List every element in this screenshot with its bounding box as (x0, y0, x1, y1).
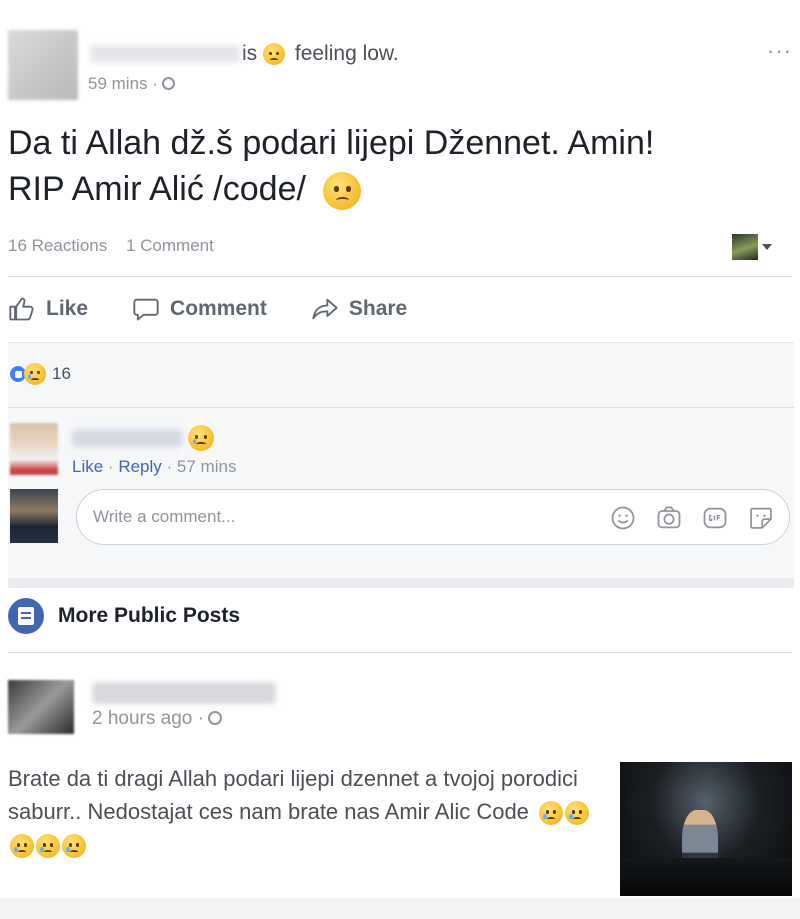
post2-text-body: Brate da ti dragi Allah podari lijepi dz… (8, 766, 578, 824)
comment-input[interactable] (93, 502, 573, 532)
share-icon (312, 298, 338, 320)
current-user-avatar (10, 489, 58, 543)
author-line: is feeling low. (90, 42, 399, 66)
post2-text: Brate da ti dragi Allah podari lijepi dz… (8, 762, 596, 861)
crying-face-icon (62, 834, 86, 859)
sad-reaction-icon (24, 363, 46, 385)
comment-body (72, 425, 214, 451)
comment-label: Comment (170, 297, 267, 320)
crying-face-icon (565, 801, 590, 826)
post2-timestamp[interactable]: 2 hours ago · (92, 708, 204, 729)
share-label: Share (348, 297, 408, 320)
comment-button[interactable]: Comment (132, 295, 267, 323)
post2-author-avatar[interactable] (8, 680, 74, 734)
photo-car (620, 858, 792, 896)
sticker-icon[interactable] (747, 504, 775, 532)
gif-icon[interactable] (701, 504, 729, 532)
more-public-posts-title: More Public Posts (58, 604, 241, 627)
comment-meta: Like · Reply · 57 mins (72, 457, 236, 477)
post-text-line-2: RIP Amir Alić /code/ (8, 170, 306, 208)
comments-count[interactable]: 1 Comment (126, 236, 214, 255)
reactions-count[interactable]: 16 Reactions (8, 236, 107, 255)
more-options-icon[interactable]: ··· (767, 38, 792, 64)
bottom-band (0, 898, 800, 919)
section-separator (8, 578, 794, 588)
divider (8, 407, 794, 408)
chevron-down-icon (762, 244, 772, 250)
comment-icon (133, 298, 159, 321)
post2-author-name-redacted[interactable] (92, 682, 276, 704)
reaction-total: 16 (52, 364, 71, 383)
divider (8, 652, 792, 653)
public-posts-icon (8, 598, 44, 634)
comment-input-box[interactable] (76, 489, 790, 545)
post-timestamp[interactable]: 59 mins · (88, 74, 158, 93)
emoji-icon[interactable] (609, 504, 637, 532)
reactions-row[interactable]: 16 (8, 363, 71, 385)
comments-section: 16 Like · Reply · 57 mins (8, 342, 794, 578)
comment-like-link[interactable]: Like (72, 457, 103, 476)
page-avatar (732, 234, 758, 260)
feeling-text: feeling low. (294, 42, 399, 65)
page-selector[interactable] (732, 234, 772, 260)
more-public-posts-header: More Public Posts (8, 594, 240, 638)
action-bar: Like Comment Share (8, 288, 407, 330)
author-name-redacted[interactable] (90, 45, 240, 64)
comment-time[interactable]: · 57 mins (167, 457, 237, 476)
thumbs-up-icon (9, 297, 34, 321)
post2-photo[interactable] (620, 762, 792, 896)
post-meta: 59 mins · (88, 74, 175, 94)
author-avatar[interactable] (8, 30, 78, 100)
crying-face-icon (10, 834, 34, 859)
author-suffix: is (242, 42, 258, 65)
globe-icon[interactable] (161, 77, 175, 90)
post-text-line-1: Da ti Allah dž.š podari lijepi Džennet. … (8, 124, 655, 162)
like-label: Like (46, 297, 89, 320)
divider (8, 276, 792, 277)
sad-face-icon (263, 43, 286, 66)
like-button[interactable]: Like (8, 295, 88, 323)
globe-icon[interactable] (207, 711, 222, 725)
comment-separator: · (107, 457, 114, 476)
commenter-avatar[interactable] (10, 423, 58, 475)
post-summary: 16 Reactions 1 Comment (8, 236, 228, 256)
comment-reply-link[interactable]: Reply (118, 457, 161, 476)
post-text-line-2-container: RIP Amir Alić /code/ (8, 166, 788, 212)
commenter-name-redacted[interactable] (72, 429, 182, 447)
post-header: is feeling low. 59 mins · ··· (8, 18, 792, 100)
crying-face-icon (188, 425, 214, 451)
camera-icon[interactable] (655, 504, 683, 532)
sad-face-icon (323, 172, 362, 211)
crying-face-icon (36, 834, 60, 859)
share-button[interactable]: Share (311, 295, 407, 323)
post2-meta: 2 hours ago · (92, 708, 222, 730)
comment-input-icons (609, 504, 775, 532)
crying-face-icon (539, 801, 564, 826)
post-text: Da ti Allah dž.š podari lijepi Džennet. … (8, 120, 788, 212)
